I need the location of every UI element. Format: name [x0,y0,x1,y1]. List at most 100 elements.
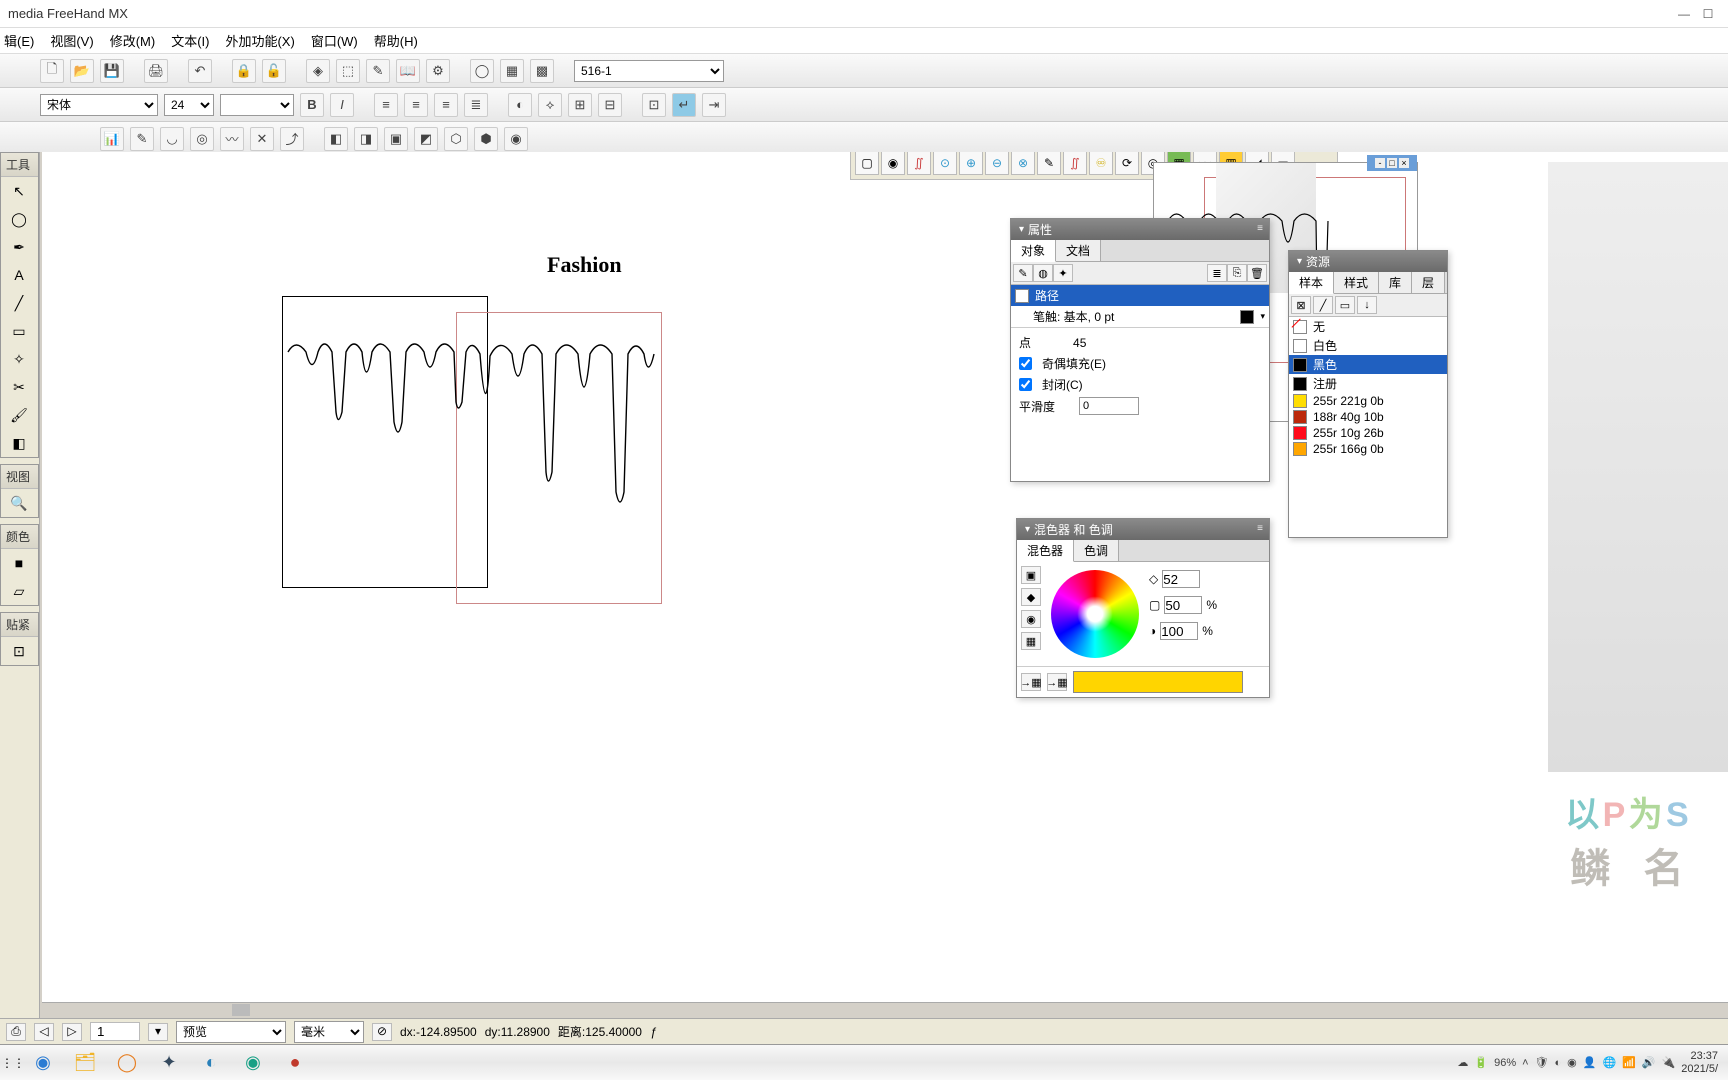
tool-g-icon[interactable]: ▦ [500,59,524,83]
tool-d-icon[interactable]: 📖 [396,59,420,83]
smooth-input[interactable] [1079,397,1139,415]
add-to-swatches-icon[interactable]: →▦ [1021,673,1041,691]
tab-swatches[interactable]: 样本 [1289,272,1334,294]
swatch-orange[interactable]: 255r 166g 0b [1289,441,1447,457]
xop-6-icon[interactable]: ⊖ [985,152,1009,175]
align-left-icon[interactable]: ≡ [374,93,398,117]
prop-pen-icon[interactable]: ✎ [1013,264,1033,282]
fisheye-icon[interactable]: ✕ [250,127,274,151]
app3-icon[interactable]: ◐ [194,1048,228,1078]
open-icon[interactable]: 📂 [70,59,94,83]
edge-icon[interactable]: ◉ [26,1048,60,1078]
bend-icon[interactable]: ⤴ [280,127,304,151]
maximize-button[interactable]: ☐ [1696,7,1720,21]
app2-icon[interactable]: ✦ [152,1048,186,1078]
menu-edit[interactable]: 辑(E) [4,31,34,50]
mixer-opts-icon[interactable]: →▦ [1047,673,1067,691]
swatch-registration[interactable]: 注册 [1289,374,1447,393]
text-grid-icon[interactable]: ⊟ [598,93,622,117]
swatch-mode3-icon[interactable]: ▭ [1335,296,1355,314]
xop-2-icon[interactable]: ◉ [881,152,905,175]
tool-e-icon[interactable]: ⚙ [426,59,450,83]
bold-icon[interactable]: B [300,93,324,117]
3d-icon[interactable]: ◧ [324,127,348,151]
swatch-white[interactable]: 白色 [1289,336,1447,355]
chart-icon[interactable]: 📊 [100,127,124,151]
power-icon[interactable]: 🔌 [1662,1056,1676,1069]
canvas[interactable]: Fashion 外加功能操作 ▢ ◉ ∬ ⊙ ⊕ ⊖ ⊗ ✎ ∬ [42,152,1728,1018]
menu-modify[interactable]: 修改(M) [110,31,156,50]
swatch-mode1-icon[interactable]: ⊠ [1291,296,1311,314]
menu-help[interactable]: 帮助(H) [374,31,418,50]
roughen-icon[interactable]: 〰 [220,127,244,151]
xop-10-icon[interactable]: ♾ [1089,152,1113,175]
prop-row-path[interactable]: 路径 [1011,285,1269,306]
closed-checkbox[interactable] [1019,378,1032,391]
line-tool-icon[interactable]: ╱ [1,289,37,317]
sat-input[interactable] [1164,596,1202,614]
app4-icon[interactable]: ◉ [236,1048,270,1078]
tab-tints[interactable]: 色调 [1074,540,1119,561]
tray-app2-icon[interactable]: ◉ [1567,1056,1577,1069]
text-color-icon[interactable]: ◐ [508,93,532,117]
font-style-selector[interactable] [220,94,294,116]
tray-up-icon[interactable]: ˄ [1522,1057,1528,1069]
prop-fill-icon[interactable]: ◍ [1033,264,1053,282]
tab-styles[interactable]: 样式 [1334,272,1379,293]
swatch-darkred[interactable]: 188r 40g 10b [1289,409,1447,425]
save-icon[interactable]: 💾 [100,59,124,83]
xop-8-icon[interactable]: ✎ [1037,152,1061,175]
hue-input[interactable] [1162,570,1200,588]
mirror-icon[interactable]: ⬢ [474,127,498,151]
xop-11-icon[interactable]: ⟳ [1115,152,1139,175]
status-nav-first-icon[interactable]: ⎙ [6,1023,26,1041]
stroke-color-swatch[interactable] [1240,310,1254,324]
smudge-icon[interactable]: ◨ [354,127,378,151]
text-cols-icon[interactable]: ⊞ [568,93,592,117]
page-dropdown-icon[interactable]: ▾ [148,1023,168,1041]
tab-library[interactable]: 库 [1379,272,1412,293]
tab-layers[interactable]: 层 [1412,272,1445,293]
xop-5-icon[interactable]: ⊕ [959,152,983,175]
menu-window[interactable]: 窗口(W) [311,31,358,50]
tool-b-icon[interactable]: ⬚ [336,59,360,83]
text-table-icon[interactable]: ⊡ [642,93,666,117]
tab-mixer[interactable]: 混色器 [1017,540,1074,562]
align-justify-icon[interactable]: ≣ [464,93,488,117]
prop-copy-icon[interactable]: ⎘ [1227,264,1247,282]
tray-user-icon[interactable]: 👤 [1583,1056,1597,1069]
units-selector[interactable]: 毫米 [294,1021,364,1043]
wifi-icon[interactable]: 📶 [1622,1056,1636,1069]
new-icon[interactable]: 🗋 [40,59,64,83]
status-cancel-icon[interactable]: ⊘ [372,1023,392,1041]
evenodd-checkbox[interactable] [1019,357,1032,370]
h-scrollbar[interactable] [42,1002,1728,1018]
pen-tool-icon[interactable]: ✒ [1,233,37,261]
xop-1-icon[interactable]: ▢ [855,152,879,175]
status-nav-prev-icon[interactable]: ◁ [34,1023,54,1041]
menu-xtras[interactable]: 外加功能(X) [225,31,294,50]
tool-a-icon[interactable]: ◈ [306,59,330,83]
mixer-sys-icon[interactable]: ▦ [1021,632,1041,650]
emboss-icon[interactable]: ◩ [414,127,438,151]
color-wheel[interactable] [1051,570,1139,658]
battery-icon[interactable]: 🔋 [1474,1056,1488,1069]
unlock-icon[interactable]: 🔓 [262,59,286,83]
tab-object[interactable]: 对象 [1011,240,1056,262]
shadow-icon[interactable]: ▣ [384,127,408,151]
menu-text[interactable]: 文本(I) [171,31,209,50]
text-effect-icon[interactable]: ⟡ [538,93,562,117]
view-mode-selector[interactable]: 预览 [176,1021,286,1043]
xop-4-icon[interactable]: ⊙ [933,152,957,175]
menu-view[interactable]: 视图(V) [50,31,93,50]
swatch-red[interactable]: 255r 10g 26b [1289,425,1447,441]
status-nav-next-icon[interactable]: ▷ [62,1023,82,1041]
prop-effect-icon[interactable]: ✦ [1053,264,1073,282]
prop-trash-icon[interactable]: 🗑 [1247,264,1267,282]
mixer-rgb-icon[interactable]: ▣ [1021,566,1041,584]
tool-c-icon[interactable]: ✎ [366,59,390,83]
print-icon[interactable]: 🖨 [144,59,168,83]
font-size-selector[interactable]: 24 [164,94,214,116]
doc-close-icon[interactable]: × [1399,158,1409,168]
italic-icon[interactable]: I [330,93,354,117]
